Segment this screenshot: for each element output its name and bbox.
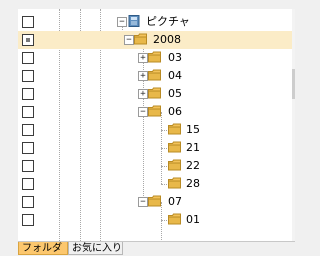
tree-item-label: 05	[168, 87, 182, 100]
collapse-icon[interactable]: −	[117, 17, 127, 27]
tree-item-label: 07	[168, 195, 182, 208]
tree-item-checkbox[interactable]	[22, 142, 34, 154]
tree-item-checkbox[interactable]	[22, 16, 34, 28]
tree-item-04[interactable]: +04	[18, 67, 292, 85]
tree-item-06-15[interactable]: 15	[18, 121, 292, 139]
tree-item-label: 01	[186, 213, 200, 226]
tree-item-label: 2008	[153, 33, 181, 46]
expand-icon[interactable]: +	[138, 71, 148, 81]
tree-item-06-22[interactable]: 22	[18, 157, 292, 175]
tree-item-label: 03	[168, 51, 182, 64]
tree-item-06-21[interactable]: 21	[18, 139, 292, 157]
tree-item-label: 22	[186, 159, 200, 172]
expand-icon[interactable]: +	[138, 89, 148, 99]
tree-item-label: 15	[186, 123, 200, 136]
expand-icon[interactable]: +	[138, 53, 148, 63]
folder-icon	[148, 69, 161, 81]
folder-icon	[148, 195, 161, 207]
tree-item-checkbox[interactable]	[22, 88, 34, 100]
tree-item-checkbox[interactable]	[22, 160, 34, 172]
folder-icon	[148, 105, 161, 117]
tree-item-checkbox[interactable]	[22, 124, 34, 136]
tree-item-label: 28	[186, 177, 200, 190]
tree-item-03[interactable]: +03	[18, 49, 292, 67]
folder-icon	[168, 177, 181, 189]
tree-item-checkbox[interactable]	[22, 214, 34, 226]
tab-favorites[interactable]: お気に入り	[68, 242, 123, 255]
folder-icon	[168, 123, 181, 135]
folder-icon	[148, 51, 161, 63]
folder-icon	[168, 159, 181, 171]
folder-icon	[134, 33, 147, 45]
folder-tree-panel: − ピクチャ −2008 +03 +04 +05−06 15 21 22 28−07 01	[18, 9, 295, 241]
folder-icon	[168, 213, 181, 225]
tree-item-checkbox[interactable]	[22, 34, 34, 46]
vertical-scrollbar[interactable]	[292, 9, 295, 241]
collapse-icon[interactable]: −	[138, 107, 148, 117]
tree-item-05[interactable]: +05	[18, 85, 292, 103]
folder-tree: − ピクチャ −2008 +03 +04 +05−06 15 21 22 28−07 01	[18, 9, 292, 241]
collapse-icon[interactable]: −	[124, 35, 134, 45]
tree-item-label: ピクチャ	[146, 15, 190, 28]
tree-item-label: 04	[168, 69, 182, 82]
tree-item-06[interactable]: − 06	[18, 103, 292, 121]
collapse-icon[interactable]: −	[138, 197, 148, 207]
tab-bar: フォルダ お気に入り	[18, 241, 295, 256]
folder-icon	[168, 141, 181, 153]
tree-item-06-28[interactable]: 28	[18, 175, 292, 193]
tab-folder[interactable]: フォルダ	[18, 242, 68, 255]
tree-item-checkbox[interactable]	[22, 106, 34, 118]
tree-item-label: 06	[168, 105, 182, 118]
tree-item-checkbox[interactable]	[22, 196, 34, 208]
library-icon	[128, 15, 141, 27]
folder-icon	[148, 87, 161, 99]
tree-item-2008[interactable]: − 2008	[18, 31, 292, 49]
tree-item-07[interactable]: − 07	[18, 193, 292, 211]
tree-item-07-01[interactable]: 01	[18, 211, 292, 229]
tree-item-label: 21	[186, 141, 200, 154]
tree-item-checkbox[interactable]	[22, 52, 34, 64]
scrollbar-thumb[interactable]	[292, 69, 295, 99]
tree-item-checkbox[interactable]	[22, 70, 34, 82]
tree-item-pictures[interactable]: − ピクチャ	[18, 13, 292, 31]
tree-item-checkbox[interactable]	[22, 178, 34, 190]
